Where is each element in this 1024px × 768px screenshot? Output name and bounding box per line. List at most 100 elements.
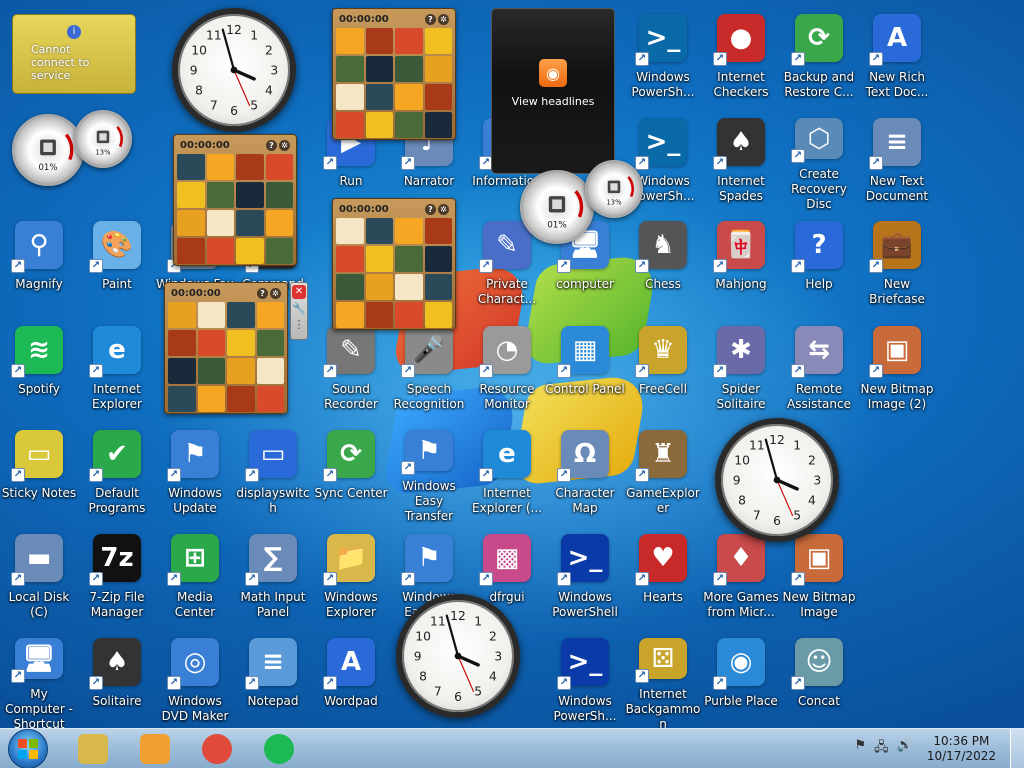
puzzle-tile[interactable] (336, 302, 364, 328)
puzzle-tile[interactable] (206, 154, 234, 180)
desktop-icon-displayswitch[interactable]: ▭ ↗ displayswitch (234, 424, 312, 524)
desktop-icon-purble-place[interactable]: ◉ ↗ Purble Place (702, 632, 780, 728)
desktop-icon-windows-easy-transfer[interactable]: ⚑ ↗ Windows Easy Transfer (390, 424, 468, 524)
desktop-icon-internet-backgammon[interactable]: ⚄ ↗ Internet Backgammon (624, 632, 702, 728)
action-center-icon[interactable]: ⚑ (854, 738, 866, 760)
puzzle-tile[interactable] (424, 302, 452, 328)
shuffle-icon[interactable]: ✲ (270, 287, 281, 299)
puzzle-tile[interactable] (365, 302, 393, 328)
clock-gadget[interactable]: 1 2 3 4 5 6 7 8 9 10 11 12 (396, 594, 520, 718)
puzzle-tile[interactable] (424, 274, 452, 300)
desktop-icon-spotify[interactable]: ≋ ↗ Spotify (0, 320, 78, 420)
puzzle-tile[interactable] (236, 210, 264, 236)
puzzle-tile[interactable] (365, 112, 393, 138)
puzzle-tile[interactable] (424, 218, 452, 244)
puzzle-tile[interactable] (265, 154, 293, 180)
puzzle-tile[interactable] (365, 28, 393, 54)
puzzle-tile[interactable] (206, 182, 234, 208)
puzzle-tile[interactable] (395, 218, 423, 244)
desktop-icon-ie-2[interactable]: e ↗ Internet Explorer (... (468, 424, 546, 524)
puzzle-tile[interactable] (424, 112, 452, 138)
puzzle-tile[interactable] (168, 330, 196, 356)
puzzle-tile[interactable] (177, 238, 205, 264)
desktop-icon-new-rich-text[interactable]: A ↗ New Rich Text Doc... (858, 8, 936, 108)
picture-puzzle-gadget[interactable]: 00:00:00? ✲ (173, 134, 297, 266)
puzzle-tile[interactable] (424, 84, 452, 110)
desktop-icon-spider-solitaire[interactable]: ✱ ↗ Spider Solitaire (702, 320, 780, 420)
desktop-icon-dvd-maker[interactable]: ◎ ↗ Windows DVD Maker (156, 632, 234, 728)
puzzle-tile[interactable] (395, 246, 423, 272)
puzzle-tile[interactable] (256, 302, 284, 328)
cpu-meter-gadget[interactable]: 01% (520, 170, 594, 244)
puzzle-tile[interactable] (168, 358, 196, 384)
picture-puzzle-gadget[interactable]: 00:00:00? ✲ (332, 198, 456, 330)
puzzle-tile[interactable] (336, 56, 364, 82)
puzzle-tile[interactable] (227, 330, 255, 356)
help-icon[interactable]: ? (425, 13, 436, 25)
puzzle-tile[interactable] (395, 274, 423, 300)
desktop-icon-my-computer-shortcut[interactable]: 🖥 ↗ My Computer - Shortcut (0, 632, 78, 728)
desktop-icon-backup-restore[interactable]: ⟳ ↗ Backup and Restore C... (780, 8, 858, 108)
puzzle-tile[interactable] (197, 330, 225, 356)
taskbar-media-player-button[interactable] (126, 730, 184, 768)
shuffle-icon[interactable]: ✲ (438, 203, 449, 215)
desktop-icon-help[interactable]: ? ↗ Help (780, 215, 858, 315)
help-icon[interactable]: ? (425, 203, 436, 215)
puzzle-tile[interactable] (197, 358, 225, 384)
taskbar-spotify-button[interactable] (250, 730, 308, 768)
puzzle-tile[interactable] (177, 154, 205, 180)
puzzle-tile[interactable] (256, 330, 284, 356)
tray-clock[interactable]: 10:36 PM 10/17/2022 (927, 734, 996, 764)
desktop-icon-new-briefcase[interactable]: 💼 ↗ New Briefcase (858, 215, 936, 315)
desktop-icon-windows-update[interactable]: ⚑ ↗ Windows Update (156, 424, 234, 524)
desktop-icon-speech-recognition[interactable]: 🎤 ↗ Speech Recognition (390, 320, 468, 420)
help-icon[interactable]: ? (266, 139, 277, 151)
puzzle-tile[interactable] (336, 246, 364, 272)
gadget-toolbar[interactable]: ✕ 🔧 ⋮ (290, 282, 308, 340)
desktop-icon-remote-assistance[interactable]: ⇆ ↗ Remote Assistance (780, 320, 858, 420)
puzzle-tile[interactable] (424, 56, 452, 82)
puzzle-tile[interactable] (336, 274, 364, 300)
desktop-icon-local-disk[interactable]: ▬ ↗ Local Disk (C) (0, 528, 78, 628)
desktop-icon-internet-checkers[interactable]: ● ↗ Internet Checkers (702, 8, 780, 108)
desktop-icon-character-map[interactable]: Ω ↗ Character Map (546, 424, 624, 524)
ram-meter-gadget[interactable]: 13% (74, 110, 132, 168)
puzzle-tile[interactable] (336, 112, 364, 138)
puzzle-tile[interactable] (168, 302, 196, 328)
desktop-icon-internet-spades[interactable]: ♠ ↗ Internet Spades (702, 112, 780, 212)
ram-meter-gadget[interactable]: 13% (585, 160, 643, 218)
desktop-icon-sticky-notes[interactable]: ▭ ↗ Sticky Notes (0, 424, 78, 524)
puzzle-tile[interactable] (424, 246, 452, 272)
desktop-icon-powershell-top[interactable]: >_ ↗ Windows PowerSh... (624, 8, 702, 108)
desktop-icon-new-bitmap-2[interactable]: ▣ ↗ New Bitmap Image (2) (858, 320, 936, 420)
desktop-icon-gameexplorer[interactable]: ♜ ↗ GameExplorer (624, 424, 702, 524)
help-icon[interactable]: ? (257, 287, 268, 299)
desktop[interactable]: ⚲↗Magnify🎨↗Paint📠↗Windows Fax▶↗Command✎↗… (0, 0, 1024, 728)
desktop-icon-chess[interactable]: ♞ ↗ Chess (624, 215, 702, 315)
desktop-icon-concat[interactable]: ☺ ↗ Concat (780, 632, 858, 728)
puzzle-tile[interactable] (395, 302, 423, 328)
desktop-icon-freecell[interactable]: ♛ ↗ FreeCell (624, 320, 702, 420)
desktop-icon-powershell-4[interactable]: >_ ↗ Windows PowerSh... (546, 632, 624, 728)
desktop-icon-7zip[interactable]: 7z ↗ 7-Zip File Manager (78, 528, 156, 628)
desktop-icon-more-games[interactable]: ♦ ↗ More Games from Micr... (702, 528, 780, 628)
desktop-icon-notepad[interactable]: ≡ ↗ Notepad (234, 632, 312, 728)
puzzle-tile[interactable] (424, 28, 452, 54)
taskbar-explorer-button[interactable] (64, 730, 122, 768)
puzzle-tile[interactable] (168, 386, 196, 412)
clock-gadget[interactable]: 1 2 3 4 5 6 7 8 9 10 11 12 (715, 418, 839, 542)
wrench-icon[interactable]: 🔧 (292, 302, 306, 315)
desktop-icon-hearts[interactable]: ♥ ↗ Hearts (624, 528, 702, 628)
puzzle-tile[interactable] (256, 386, 284, 412)
start-button[interactable] (8, 728, 48, 768)
puzzle-tile[interactable] (365, 246, 393, 272)
puzzle-tile[interactable] (206, 210, 234, 236)
picture-puzzle-gadget[interactable]: 00:00:00? ✲ (164, 282, 288, 414)
desktop-icon-control-panel[interactable]: ▦ ↗ Control Panel (545, 320, 625, 420)
puzzle-tile[interactable] (336, 28, 364, 54)
desktop-icon-paint[interactable]: 🎨 ↗ Paint (78, 215, 156, 315)
puzzle-tile[interactable] (177, 210, 205, 236)
desktop-icon-solitaire[interactable]: ♠ ↗ Solitaire (78, 632, 156, 728)
desktop-icon-magnify[interactable]: ⚲ ↗ Magnify (0, 215, 78, 315)
feed-headlines-gadget[interactable]: ◉ View headlines (491, 8, 615, 174)
